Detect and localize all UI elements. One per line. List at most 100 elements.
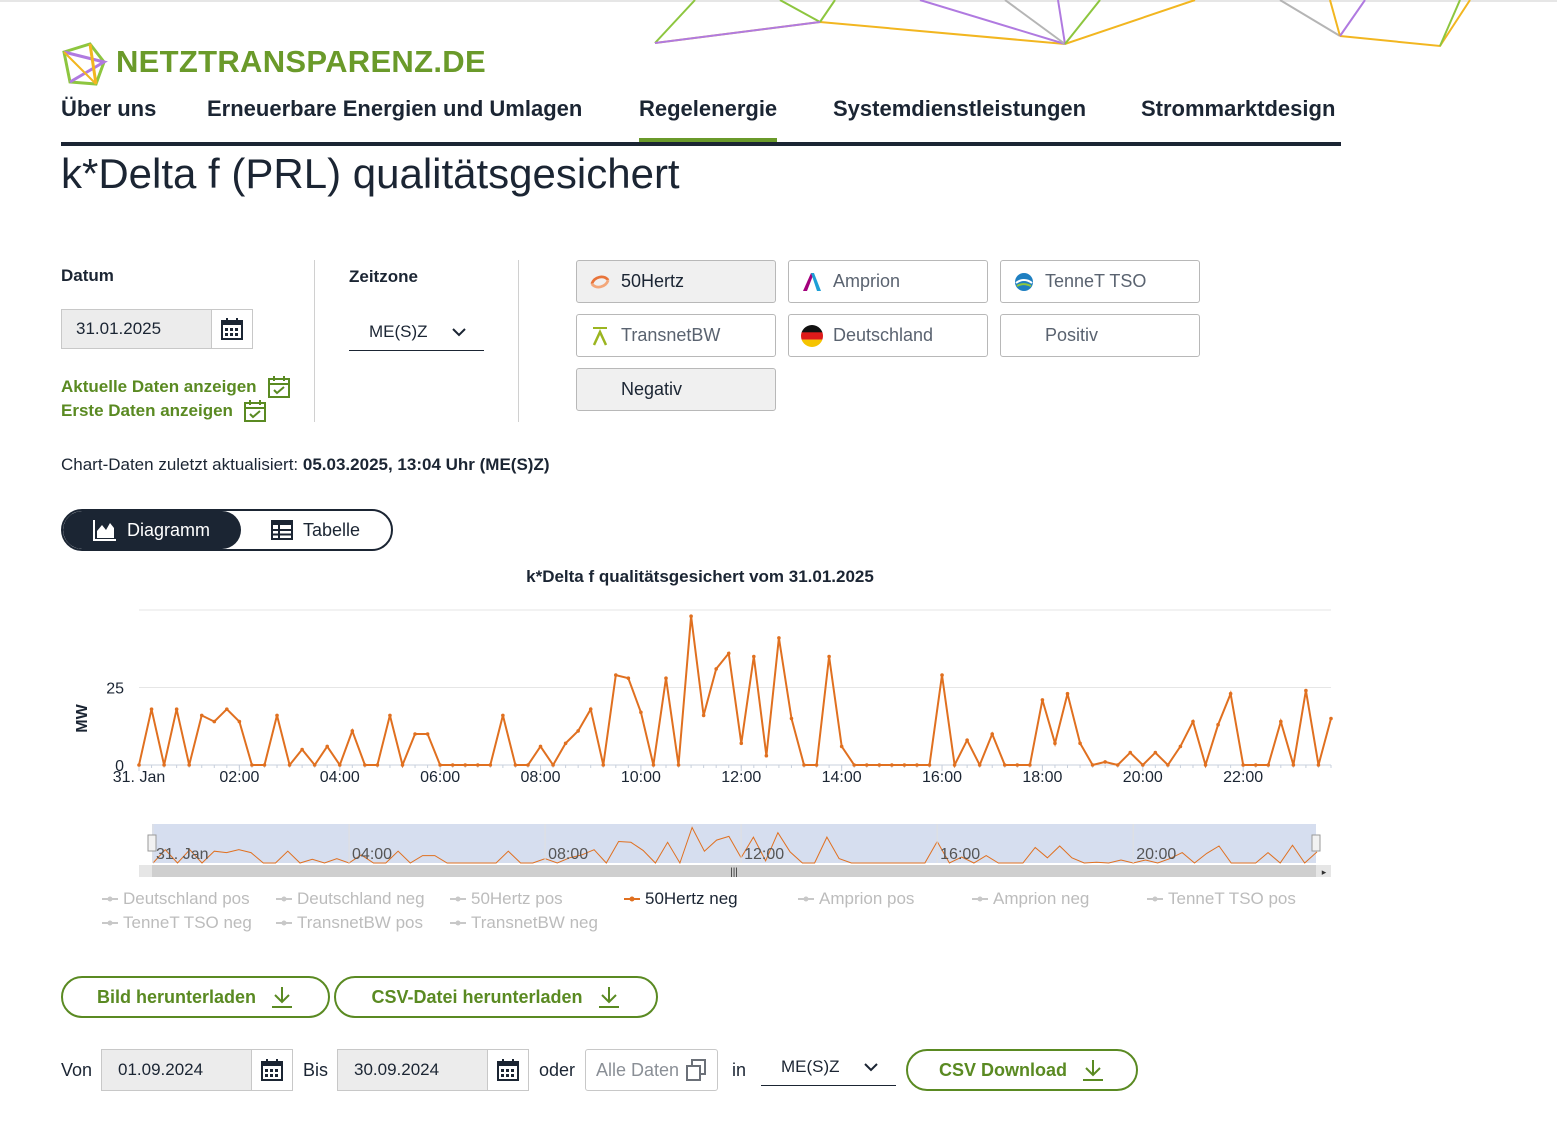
data-point: [588, 707, 593, 711]
nav-item-systemdienstleistungen[interactable]: Systemdienstleistungen: [833, 96, 1086, 122]
series-line-50hertz-neg: [138, 616, 1332, 769]
data-point: [250, 763, 254, 767]
legend-item[interactable]: Deutschland pos: [101, 889, 250, 909]
legend-item[interactable]: TenneT TSO pos: [1146, 889, 1296, 909]
chip-label: TransnetBW: [621, 325, 721, 345]
first-data-link[interactable]: Erste Daten anzeigen: [61, 399, 267, 423]
download-icon: [598, 987, 619, 1008]
data-point: [952, 763, 957, 767]
download-image-button[interactable]: Bild herunterladen: [61, 976, 330, 1018]
data-point: [1090, 763, 1095, 767]
data-point: [864, 763, 869, 767]
legend-item[interactable]: TransnetBW pos: [275, 913, 423, 933]
chip-negativ[interactable]: Negativ: [576, 368, 776, 411]
nav-item-erneuerbare-energien[interactable]: Erneuerbare Energien und Umlagen: [207, 96, 582, 122]
data-point: [877, 763, 882, 767]
nav-item-strommarktdesign[interactable]: Strommarktdesign: [1141, 96, 1335, 122]
current-data-link[interactable]: Aktuelle Daten anzeigen: [61, 375, 291, 399]
data-point: [551, 763, 555, 767]
x-tick-label: 02:00: [219, 769, 259, 786]
navigator-label: 08:00: [548, 846, 588, 863]
copy-icon: [686, 1059, 706, 1081]
data-point: [1241, 763, 1245, 767]
data-point: [689, 614, 693, 618]
x-tick-label: 31. Jan: [113, 769, 165, 786]
all-data-button[interactable]: Alle Daten: [585, 1049, 718, 1091]
data-point: [413, 732, 417, 736]
data-point: [940, 673, 944, 677]
calendar-icon[interactable]: [251, 1050, 292, 1090]
data-point: [902, 763, 907, 767]
to-date-field[interactable]: 30.09.2024: [337, 1049, 529, 1091]
data-point: [1178, 744, 1183, 749]
chip-50hertz[interactable]: 50Hertz: [576, 260, 776, 303]
chip-tennet[interactable]: TenneT TSO: [1000, 260, 1200, 303]
calendar-check-icon: [267, 376, 290, 398]
data-point: [400, 763, 405, 767]
data-point: [1203, 763, 1208, 767]
table-icon: [271, 520, 293, 540]
legend-item[interactable]: Amprion pos: [797, 889, 914, 909]
data-point: [425, 732, 430, 736]
legend-item[interactable]: Amprion neg: [971, 889, 1089, 909]
legend-item[interactable]: Deutschland neg: [275, 889, 425, 909]
legend-item[interactable]: TenneT TSO neg: [101, 913, 252, 933]
data-point: [839, 744, 844, 749]
data-point: [237, 719, 242, 724]
legend-item[interactable]: 50Hertz neg: [623, 889, 738, 909]
logo-icon[interactable]: [60, 42, 108, 88]
chip-deutschland[interactable]: Deutschland: [788, 314, 988, 357]
legend-item[interactable]: 50Hertz pos: [449, 889, 563, 909]
legend-item[interactable]: TransnetBW neg: [449, 913, 598, 933]
to-date-value[interactable]: 30.09.2024: [338, 1060, 487, 1080]
date-value[interactable]: 31.01.2025: [62, 319, 211, 339]
last-updated: Chart-Daten zuletzt aktualisiert: 05.03.…: [61, 455, 550, 475]
calendar-icon[interactable]: [487, 1050, 528, 1090]
nav-item-regelenergie[interactable]: Regelenergie: [639, 96, 778, 142]
chip-transnetbw[interactable]: TransnetBW: [576, 314, 776, 357]
from-date-value[interactable]: 01.09.2024: [102, 1060, 251, 1080]
tab-diagram[interactable]: Diagramm: [63, 511, 241, 549]
data-point: [639, 710, 643, 715]
area-chart-icon: [93, 520, 116, 541]
from-date-field[interactable]: 01.09.2024: [101, 1049, 293, 1091]
data-point: [488, 763, 493, 767]
data-point: [614, 673, 618, 677]
x-tick-label: 20:00: [1123, 769, 1163, 786]
data-point: [337, 763, 342, 767]
logo-text[interactable]: NETZTRANSPARENZ.DE: [116, 44, 486, 80]
timezone-select[interactable]: ME(S)Z: [349, 313, 484, 351]
data-point: [852, 763, 856, 767]
data-point: [777, 636, 781, 640]
data-point: [388, 713, 392, 718]
legend-line-icon: [276, 896, 292, 902]
csv-download-label: CSV Download: [938, 1059, 1067, 1080]
chip-label: Negativ: [621, 379, 683, 399]
current-data-label[interactable]: Aktuelle Daten anzeigen: [61, 377, 257, 397]
chart-navigator[interactable]: 31. Jan 04:00 08:00 12:00 16:00 20:00 ||| ▸: [0, 820, 1400, 882]
scrollbar-grip-icon: |||: [730, 867, 738, 878]
date-field[interactable]: 31.01.2025: [61, 309, 253, 349]
data-point: [726, 651, 731, 656]
csv-download-button[interactable]: CSV Download: [906, 1049, 1138, 1091]
timezone-value[interactable]: ME(S)Z: [369, 322, 428, 342]
filter-divider: [518, 260, 519, 422]
data-point: [501, 713, 505, 718]
chip-positiv[interactable]: Positiv: [1000, 314, 1200, 357]
main-nav: Über uns Erneuerbare Energien und Umlage…: [61, 96, 1341, 146]
data-point: [463, 763, 468, 767]
tab-table[interactable]: Tabelle: [271, 511, 360, 549]
range-timezone-select[interactable]: ME(S)Z: [761, 1048, 896, 1086]
data-point: [199, 713, 204, 718]
download-csv-button[interactable]: CSV-Datei herunterladen: [334, 976, 658, 1018]
calendar-icon[interactable]: [211, 310, 252, 348]
nav-item-ueber-uns[interactable]: Über uns: [61, 96, 156, 122]
data-point: [187, 763, 191, 767]
data-point: [802, 763, 806, 767]
x-tick-label: 10:00: [621, 769, 661, 786]
range-timezone-value[interactable]: ME(S)Z: [781, 1057, 840, 1077]
chip-amprion[interactable]: Amprion: [788, 260, 988, 303]
data-point: [1040, 698, 1045, 702]
first-data-label[interactable]: Erste Daten anzeigen: [61, 401, 233, 421]
download-icon: [1083, 1060, 1103, 1081]
